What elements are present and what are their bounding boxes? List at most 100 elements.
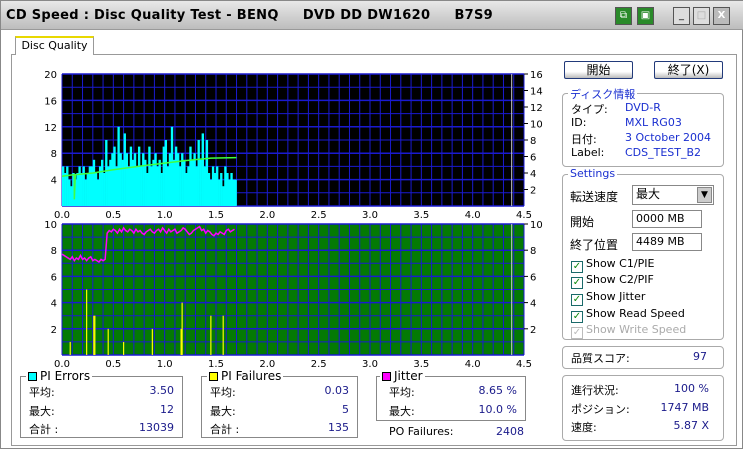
pi-error-bar xyxy=(205,140,209,206)
chevron-down-icon[interactable]: ▼ xyxy=(697,187,712,203)
pi-error-bar xyxy=(119,153,122,206)
pi-error-bar xyxy=(140,166,143,206)
pi-error-bar xyxy=(158,159,161,206)
pi-error-bar xyxy=(211,166,215,206)
y2-tick-label: 2 xyxy=(530,186,536,197)
pi-error-bar xyxy=(216,166,219,206)
disc-label-row: Label: CDS_TEST_B2 xyxy=(571,146,715,160)
pi-error-bar xyxy=(115,166,118,206)
pi-error-bar xyxy=(224,166,227,206)
pi-error-bar xyxy=(164,140,168,206)
pi-error-bar xyxy=(96,179,100,206)
pi-error-bar xyxy=(148,146,151,206)
end-label: 終了位置 xyxy=(570,238,619,252)
pi-error-bar xyxy=(189,146,192,206)
pi-error-bar xyxy=(142,153,145,206)
pi-error-bar xyxy=(220,173,223,206)
pi-error-bar xyxy=(201,133,204,206)
pi-error-bar xyxy=(80,173,83,206)
pi-error-bar xyxy=(193,153,196,206)
pi-failures-title: PI Failures xyxy=(207,369,284,383)
pi-error-bar xyxy=(203,166,207,206)
progress-box: 進行状況: 100 % ポジション: 1747 MB 速度: 5.87 X xyxy=(562,375,724,441)
pi-error-bar xyxy=(82,166,85,206)
pi-error-bar xyxy=(183,159,186,206)
pi-errors-box: PI Errors 平均: 3.50 最大: 12 合計 : 13039 xyxy=(20,369,183,438)
pi-error-bar xyxy=(133,153,137,206)
title-text: Jitter xyxy=(394,369,423,383)
exit-button[interactable]: 終了(X) xyxy=(654,61,723,79)
disc-date-row: 日付: 3 October 2004 xyxy=(571,131,715,146)
label: 最大: xyxy=(389,405,415,418)
check-icon: ✓ xyxy=(571,327,583,339)
po-failures-label: PO Failures: xyxy=(389,425,454,438)
pi-error-bar xyxy=(92,159,96,206)
pi-error-bar xyxy=(222,186,225,206)
y-tick-label: 4 xyxy=(51,176,57,187)
legend-swatch xyxy=(382,372,391,381)
legend-swatch xyxy=(28,372,37,381)
progress-value: 100 % xyxy=(674,382,709,395)
speed-select[interactable]: 最大 ▼ xyxy=(632,185,714,205)
pi-error-bar xyxy=(174,146,178,206)
pi-error-bar xyxy=(230,173,233,206)
title-text: PI Failures xyxy=(221,369,282,383)
y2-tick-label: 4 xyxy=(530,169,536,180)
checkbox-label: Show Write Speed xyxy=(586,323,687,336)
check-icon: ✓ xyxy=(571,277,583,289)
disc-info-group: ディスク情報 タイプ: DVD-R ID: MXL RG03 日付: 3 Octobe… xyxy=(562,86,724,167)
pi-error-bar xyxy=(185,173,188,206)
quality-score-value: 97 xyxy=(693,350,707,363)
quality-score-box: 品質スコア: 97 xyxy=(562,346,724,369)
pi-error-bar xyxy=(121,159,124,206)
y2-tick-label: 14 xyxy=(530,87,543,98)
y2-tick-label: 8 xyxy=(530,136,536,147)
app-window: CD Speed : Disc Quality Test - BENQ DVD … xyxy=(0,0,743,449)
pi-error-bar xyxy=(162,146,165,206)
pi-error-bar xyxy=(218,179,221,206)
pi-error-bar xyxy=(64,173,67,206)
end-input[interactable]: 4489 MB xyxy=(632,233,702,251)
tab-disc-quality[interactable]: Disc Quality xyxy=(15,36,94,55)
x-tick-label: 4.5 xyxy=(516,359,532,370)
label: 合計 : xyxy=(210,423,240,436)
pi-errors-max: 12 xyxy=(160,403,174,416)
label: 合計 : xyxy=(29,423,59,436)
jitter-title: Jitter xyxy=(380,369,425,383)
pi-error-bar xyxy=(152,159,155,206)
position-label: ポジション: xyxy=(571,403,630,416)
show-c1-pie-checkbox[interactable]: ✓ Show C1/PIE xyxy=(571,257,654,273)
pi-error-bar xyxy=(172,159,176,206)
start-button[interactable]: 開始 xyxy=(564,61,633,79)
x-tick-label: 2.5 xyxy=(311,210,327,221)
pi-error-bar xyxy=(127,166,131,206)
disc-type-row: タイプ: DVD-R xyxy=(571,101,715,116)
show-read-speed-checkbox[interactable]: ✓ Show Read Speed xyxy=(571,307,685,323)
y-tick-label: 8 xyxy=(51,149,57,160)
pi-error-bar xyxy=(226,173,229,206)
pi-errors-avg: 3.50 xyxy=(149,384,175,397)
show-jitter-checkbox[interactable]: ✓ Show Jitter xyxy=(571,290,645,306)
x-tick-label: 4.0 xyxy=(465,359,481,370)
pi-error-bar xyxy=(113,146,116,206)
speed-value: 5.87 X xyxy=(673,419,709,432)
jitter-avg: 8.65 % xyxy=(478,384,517,397)
start-input[interactable]: 0000 MB xyxy=(632,210,702,228)
show-c2-pif-checkbox[interactable]: ✓ Show C2/PIF xyxy=(571,273,654,289)
pi-error-bar xyxy=(123,133,126,206)
disc-id-row: ID: MXL RG03 xyxy=(571,116,715,130)
pi-error-bar xyxy=(168,153,172,206)
speed-label: 速度: xyxy=(571,421,597,434)
x-tick-label: 4.0 xyxy=(465,210,481,221)
pi-error-bar xyxy=(154,153,157,206)
pi-error-bar xyxy=(68,179,71,206)
disc-date: 3 October 2004 xyxy=(625,131,712,144)
pi-error-bar xyxy=(70,186,73,206)
y-tick-label: 4 xyxy=(51,299,57,310)
pi-error-bar xyxy=(150,166,153,206)
pi-error-bar xyxy=(94,173,98,206)
settings-title: Settings xyxy=(568,167,618,180)
y-tick-label: 6 xyxy=(51,272,57,283)
pi-error-bar xyxy=(125,153,129,206)
pi-error-bar xyxy=(166,166,170,206)
